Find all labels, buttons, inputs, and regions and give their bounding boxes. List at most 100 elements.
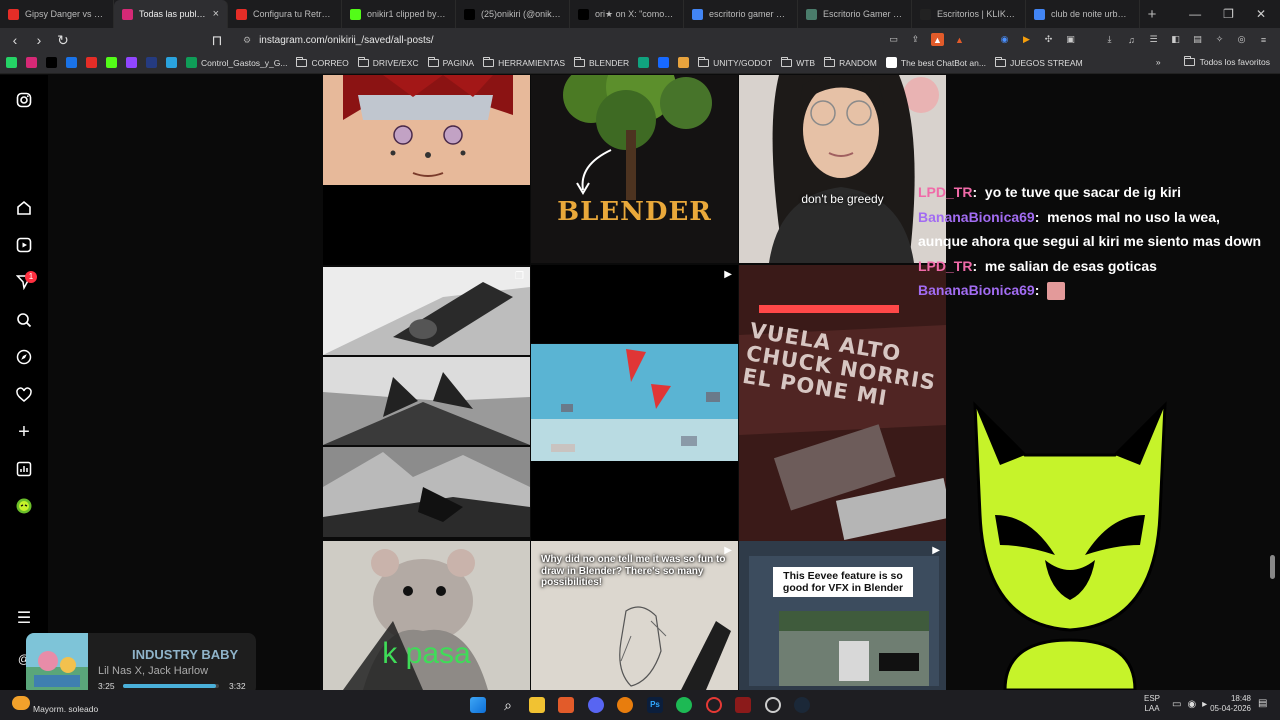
post-car-bw-1[interactable]: ❐: [323, 267, 530, 355]
bookmark-item[interactable]: [638, 57, 650, 68]
bookmark-item[interactable]: [126, 57, 137, 68]
browser-tab[interactable]: Escritorios | KLIK Mueb: [912, 0, 1026, 28]
music-player-widget[interactable]: INDUSTRY BABY Lil Nas X, Jack Harlow 3:2…: [26, 633, 256, 695]
bookmark-item[interactable]: UNITY/GODOT: [698, 56, 772, 68]
post-girl-glasses[interactable]: don't be greedy: [739, 75, 946, 263]
create-icon[interactable]: +: [16, 421, 32, 443]
audio-icon[interactable]: ◉: [998, 33, 1011, 46]
browser-tab[interactable]: escritorio gamer XL - B: [684, 0, 798, 28]
browser-tab[interactable]: Escritorio Gamer XL 20: [798, 0, 912, 28]
search-taskbar-icon[interactable]: ⌕: [500, 697, 516, 713]
bookmark-item[interactable]: HERRAMIENTAS: [483, 56, 565, 68]
post-black-reel[interactable]: ▶: [531, 265, 738, 343]
obs-icon[interactable]: [765, 697, 781, 713]
weather-icon[interactable]: [12, 696, 30, 710]
overflow-icon[interactable]: »: [1156, 57, 1161, 67]
post-eevee-vfx[interactable]: This Eevee feature is so good for VFX in…: [739, 541, 946, 690]
close-tab-icon[interactable]: ×: [213, 8, 219, 20]
insights-icon[interactable]: [16, 461, 32, 477]
all-bookmarks[interactable]: » Todos los favoritos: [1156, 56, 1270, 67]
clock[interactable]: 18:48 05-04-2026: [1206, 694, 1251, 714]
browser-tab[interactable]: club de noite urban m: [1026, 0, 1140, 28]
post-anime-pain[interactable]: [323, 75, 530, 185]
address-bar[interactable]: ⚙ instagram.com/onikirii_/saved/all-post…: [235, 29, 980, 51]
minimize-icon[interactable]: —: [1189, 7, 1201, 21]
post-car-bw-2[interactable]: [323, 357, 530, 445]
post-car-bw-3[interactable]: [323, 447, 530, 537]
heart-icon[interactable]: [16, 387, 32, 403]
start-icon[interactable]: [470, 697, 486, 713]
post-anime-pain-lower[interactable]: [323, 185, 530, 265]
forward-icon[interactable]: ›: [32, 32, 46, 48]
bookmark-item[interactable]: CORREO: [296, 56, 349, 68]
bookmark-item[interactable]: [106, 57, 117, 68]
explore-icon[interactable]: [16, 349, 32, 365]
close-window-icon[interactable]: ✕: [1256, 7, 1266, 21]
post-sky-boats[interactable]: [531, 344, 738, 461]
post-blender-tree[interactable]: BLENDER: [531, 75, 738, 263]
vpn-icon[interactable]: ◎: [1235, 33, 1248, 46]
bookmark-item[interactable]: The best ChatBot an...: [885, 57, 986, 68]
menu-icon[interactable]: ≡: [1257, 33, 1270, 46]
bookmark-item[interactable]: [678, 57, 690, 68]
app-icon[interactable]: [735, 697, 751, 713]
bookmark-item[interactable]: Control_Gastos_y_G...: [186, 57, 287, 68]
maximize-icon[interactable]: ❐: [1223, 7, 1234, 21]
new-tab-button[interactable]: +: [1140, 0, 1164, 28]
post-car-red-window[interactable]: VUELA ALTO CHUCK NORRIS EL PONE MI: [739, 265, 946, 541]
brave-rewards-icon[interactable]: ▲: [953, 33, 966, 46]
brave-shields-icon[interactable]: ▲: [931, 33, 944, 46]
bookmark-item[interactable]: [86, 57, 97, 68]
opera-gx-icon[interactable]: [706, 697, 722, 713]
bookmark-item[interactable]: [66, 57, 77, 68]
discord-icon[interactable]: [588, 697, 604, 713]
cast-icon[interactable]: ▭: [887, 33, 900, 46]
reading-list-icon[interactable]: ☰: [1147, 33, 1160, 46]
back-icon[interactable]: ‹: [8, 32, 22, 48]
language-indicator[interactable]: ESP LAA: [1144, 694, 1160, 714]
bookmark-item[interactable]: [6, 57, 17, 68]
music-icon[interactable]: ♫: [1125, 33, 1138, 46]
post-rat[interactable]: k pasa: [323, 541, 530, 690]
extensions-icon[interactable]: ✣: [1042, 33, 1055, 46]
post-blender-drawing[interactable]: Why did no one tell me it was so fun to …: [531, 541, 738, 690]
reload-icon[interactable]: ↻: [56, 32, 70, 49]
steam-icon[interactable]: [794, 697, 810, 713]
share-icon[interactable]: ⇪: [909, 33, 922, 46]
bookmark-page-icon[interactable]: ⊓: [210, 32, 224, 49]
bookmark-item[interactable]: PAGINA: [427, 56, 474, 68]
photoshop-icon[interactable]: Ps: [647, 697, 663, 713]
bookmark-item[interactable]: JUEGOS STREAM: [994, 56, 1083, 68]
profile-avatar-icon[interactable]: [16, 498, 32, 514]
download-icon[interactable]: ⤓: [1103, 33, 1116, 46]
more-menu-icon[interactable]: ☰: [16, 610, 32, 627]
bookmark-item[interactable]: BLENDER: [574, 56, 629, 68]
browser-tab[interactable]: Configura tu Retroid P: [228, 0, 342, 28]
browser-tab[interactable]: Todas las publicac ×: [114, 0, 228, 28]
bookmark-item[interactable]: [46, 57, 57, 68]
notification-center-icon[interactable]: ▤: [1258, 698, 1267, 709]
bookmark-item[interactable]: [166, 57, 177, 68]
browser-tab[interactable]: onikir1 clipped by Nel: [342, 0, 456, 28]
spotify-icon[interactable]: [676, 697, 692, 713]
bookmark-item[interactable]: DRIVE/EXC: [357, 56, 419, 68]
home-icon[interactable]: [16, 200, 32, 216]
wallet-icon[interactable]: ▤: [1191, 33, 1204, 46]
browser-tab[interactable]: ori★ on X: "como esco: [570, 0, 684, 28]
page-scrollbar[interactable]: [1270, 555, 1275, 579]
bookmark-item[interactable]: RANDOM: [824, 56, 877, 68]
media-play-icon[interactable]: ▶: [1020, 33, 1033, 46]
leo-ai-icon[interactable]: ✧: [1213, 33, 1226, 46]
bookmark-item[interactable]: WTB: [781, 56, 815, 68]
blender-icon[interactable]: [617, 697, 633, 713]
progress-track[interactable]: [123, 684, 219, 688]
bookmark-item[interactable]: [658, 57, 670, 68]
instagram-logo-icon[interactable]: [16, 92, 32, 108]
browser-tab[interactable]: (25)onikiri (@onikir1) |: [456, 0, 570, 28]
reels-icon[interactable]: [16, 237, 32, 253]
site-info-icon[interactable]: ⚙: [243, 35, 251, 46]
sidebar-toggle-icon[interactable]: ◧: [1169, 33, 1182, 46]
bookmark-item[interactable]: [146, 57, 157, 68]
post-sky-boats-lower[interactable]: [531, 461, 738, 541]
brave-browser-icon[interactable]: [558, 697, 574, 713]
